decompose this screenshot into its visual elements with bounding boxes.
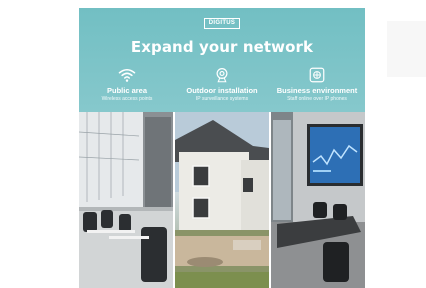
side-panel [387,21,426,77]
feature-subtitle: IP surveillance systems [195,96,249,102]
feature-title: Business environment [276,86,358,95]
brand-logo: DIGITUS [204,18,240,29]
office-illustration [79,112,173,288]
camera-icon [216,68,228,83]
wifi-icon [118,69,136,82]
feature-title: Public area [106,86,148,95]
meeting-room-illustration [271,112,365,288]
house-illustration [175,112,269,288]
feature-title: Outdoor installation [186,86,258,95]
meeting-room-photo [271,112,365,288]
feature-subtitle: Wireless access points [101,96,153,102]
network-icon [309,67,325,83]
promo-headline: Expand your network [130,38,314,56]
promo-card[interactable]: DIGITUS Expand your network Public area … [79,8,365,288]
office-photo [79,112,173,288]
feature-subtitle: Staff online over IP phones [287,96,347,102]
promo-banner: DIGITUS Expand your network Public area … [79,8,365,112]
feature-public-area: Public area Wireless access points [82,66,172,102]
house-photo [175,112,269,288]
photo-strip [79,112,365,288]
feature-outdoor-installation: Outdoor installation IP surveillance sys… [177,66,267,102]
feature-business-environment: Business environment Staff online over I… [272,66,362,102]
